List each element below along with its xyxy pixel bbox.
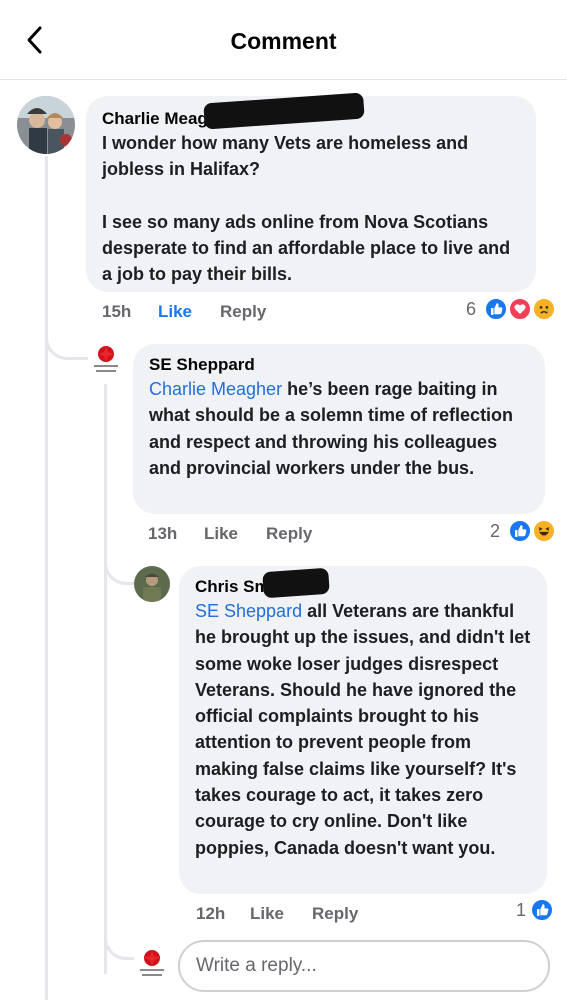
current-user-avatar (134, 946, 170, 982)
page-title: Comment (230, 28, 337, 54)
reply-button[interactable]: Reply (312, 904, 358, 924)
love-icon (508, 297, 532, 321)
redaction-mark (262, 567, 330, 599)
mention-link[interactable]: Charlie Meagher (149, 379, 282, 399)
avatar-charlie[interactable] (17, 96, 75, 154)
reply-button[interactable]: Reply (266, 524, 312, 544)
comment-time: 12h (196, 904, 226, 923)
reply-bubble: Chris Smith SE Sheppard all Veterans are… (179, 566, 547, 894)
like-button[interactable]: Like (250, 904, 284, 924)
comment-text: Charlie Meagher he’s been rage baiting i… (149, 379, 519, 478)
reaction-summary[interactable]: 6 (462, 297, 558, 323)
comment-bubble: Charlie Meagher I wonder how many Vets a… (86, 92, 536, 292)
comment-actions: 12h Like Reply (196, 904, 396, 926)
like-button[interactable]: Like (204, 524, 238, 544)
thread-connector (104, 930, 134, 960)
comment-time: 13h (148, 524, 178, 543)
comment-actions: 13h Like Reply (148, 524, 348, 546)
sad-icon (532, 297, 556, 321)
like-icon (508, 519, 532, 543)
comment-text: SE Sheppard all Veterans are thankful he… (195, 601, 536, 858)
reaction-summary[interactable]: 1 (512, 898, 558, 924)
reaction-count: 1 (516, 900, 527, 920)
avatar-se-sheppard[interactable] (88, 342, 124, 378)
thread-line (45, 156, 48, 1000)
avatar-chris-smith[interactable] (134, 566, 170, 602)
like-icon (484, 297, 508, 321)
reply-bubble: SE Sheppard Charlie Meagher he’s been ra… (133, 344, 545, 514)
comment-text: I wonder how many Vets are homeless and … (102, 133, 511, 285)
thread-connector (104, 555, 134, 585)
like-button[interactable]: Like (158, 302, 192, 322)
like-icon (530, 898, 554, 922)
reply-input[interactable]: Write a reply... (178, 940, 550, 992)
comment-author[interactable]: SE Sheppard (149, 354, 529, 376)
reply-button[interactable]: Reply (220, 302, 266, 322)
comment-time: 15h (102, 302, 132, 321)
header-bar: Comment (0, 0, 567, 80)
reaction-count: 6 (466, 299, 477, 319)
thread-line (104, 384, 107, 974)
comment-actions: 15h Like Reply (102, 302, 302, 324)
haha-icon (532, 519, 556, 543)
thread-connector (45, 330, 89, 360)
reaction-summary[interactable]: 2 (486, 519, 558, 545)
reaction-count: 2 (490, 521, 501, 541)
mention-link[interactable]: SE Sheppard (195, 601, 302, 621)
comment-author[interactable]: Chris Smith (195, 576, 531, 598)
